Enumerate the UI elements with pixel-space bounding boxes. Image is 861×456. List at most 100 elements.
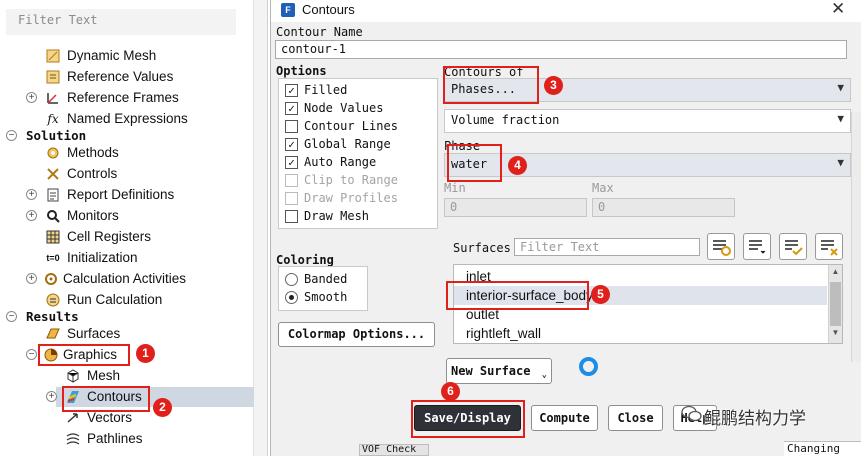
tree-item-label: Cell Registers (67, 229, 152, 244)
surfaces-filter-input[interactable]: Filter Text (514, 238, 700, 256)
vectors-icon (65, 410, 81, 426)
cell-registers-icon (45, 229, 61, 245)
watermark-text: 鲲鹏结构力学 (704, 409, 806, 428)
tree-item-label: Methods (67, 145, 119, 160)
checkbox-box[interactable]: ✓ (285, 84, 298, 97)
expand-icon[interactable]: + (46, 391, 57, 402)
annotation-box-contours (62, 386, 150, 412)
annotation-box-save-display (411, 400, 525, 438)
max-input: 0 (592, 198, 735, 217)
check-list-icon (785, 240, 803, 256)
contour-name-input[interactable]: contour-1 (275, 40, 847, 59)
checkbox-box[interactable]: ✓ (285, 156, 298, 169)
annotation-badge-3: 3 (544, 76, 563, 95)
surfaces-scrollbar[interactable]: ▲ ▼ (828, 265, 842, 343)
scroll-up-icon[interactable]: ▲ (830, 267, 841, 279)
contours-of-sub-value: Volume fraction (451, 113, 560, 127)
tree-item-label: Reference Values (67, 69, 174, 84)
calculation-activities-icon (43, 271, 59, 287)
tree-item-label: Controls (67, 166, 118, 181)
reference-values-icon (45, 69, 61, 85)
background-vof-check: VOF Check (359, 444, 429, 456)
close-icon[interactable]: ✕ (831, 0, 845, 19)
colormap-options-button[interactable]: Colormap Options... (278, 322, 435, 347)
radio-dot[interactable] (285, 291, 298, 304)
new-surface-label: New Surface (451, 364, 531, 378)
fx-icon: fx (47, 112, 59, 126)
tree-item-label: Pathlines (87, 431, 143, 446)
deselect-all-button[interactable] (815, 233, 843, 260)
annotation-badge-4: 4 (508, 156, 527, 175)
list-dropdown-icon (749, 240, 766, 254)
collapse-icon[interactable]: − (6, 130, 17, 141)
annotation-badge-6: 6 (441, 382, 460, 401)
tree-item-label: Calculation Activities (63, 271, 187, 286)
annotation-badge-2: 2 (153, 398, 172, 417)
collapse-icon[interactable]: − (26, 349, 37, 360)
min-input: 0 (444, 198, 587, 217)
annotation-box-graphics (38, 344, 130, 366)
tree-item-label: Report Definitions (67, 187, 175, 202)
tree-scrollbar[interactable] (253, 0, 267, 456)
tree-item-label: Run Calculation (67, 292, 163, 307)
checkbox-box[interactable] (285, 210, 298, 223)
expand-icon[interactable]: + (26, 210, 37, 221)
tree-item-label: Monitors (67, 208, 119, 223)
chevron-down-icon: ▼ (837, 156, 844, 169)
check-selected-button[interactable] (779, 233, 807, 260)
coloring-label: Coloring (276, 253, 334, 267)
report-definitions-icon (45, 187, 61, 203)
collapse-icon[interactable]: − (6, 311, 17, 322)
scroll-thumb[interactable] (830, 282, 841, 326)
dialog-title: Contours (302, 2, 355, 17)
checkbox-box[interactable]: ✓ (285, 138, 298, 151)
wechat-logo-icon (681, 405, 702, 423)
surfaces-label: Surfaces (453, 241, 511, 255)
contours-of-subtype-dropdown[interactable]: Volume fraction ▼ (444, 109, 851, 133)
annotation-badge-5: 5 (591, 285, 610, 304)
phase-dropdown[interactable]: water ▼ (444, 153, 851, 177)
expand-icon[interactable]: + (26, 273, 37, 284)
contour-name-label: Contour Name (276, 25, 363, 39)
annotation-box-surface (446, 281, 589, 310)
select-all-surfaces-button[interactable] (707, 233, 735, 260)
annotation-badge-1: 1 (136, 344, 155, 363)
list-options-button[interactable] (743, 233, 771, 260)
options-label: Options (276, 64, 327, 78)
expand-icon[interactable]: + (26, 92, 37, 103)
surface-item-rightleft-wall[interactable]: rightleft_wall (454, 324, 827, 343)
tree-item-label: Initialization (67, 250, 138, 265)
min-label: Min (444, 181, 466, 195)
dialog-titlebar[interactable]: F Contours ✕ (271, 0, 861, 22)
scroll-down-icon[interactable]: ▼ (830, 328, 841, 340)
expand-icon[interactable]: + (26, 189, 37, 200)
reference-frames-icon (45, 90, 61, 106)
tree-filter-input[interactable]: Filter Text (6, 9, 236, 35)
annotation-box-phase (447, 144, 502, 182)
dynamic-mesh-icon (45, 48, 61, 64)
initialization-icon: t=0 (46, 253, 60, 263)
outline-tree-panel: Filter Text Dynamic Mesh Reference Value… (0, 0, 268, 456)
checkbox-box[interactable]: ✓ (285, 102, 298, 115)
tree-item-label: Surfaces (67, 326, 121, 341)
background-changing-text: Changing (784, 441, 861, 456)
chevron-down-icon: ⌄ (541, 370, 547, 380)
fluent-app-icon: F (281, 3, 295, 17)
pathlines-icon (65, 431, 81, 447)
tree-item-label: Mesh (87, 368, 121, 383)
compute-button[interactable]: Compute (531, 405, 598, 431)
surfaces-icon (45, 326, 61, 342)
run-calculation-icon (45, 292, 61, 308)
background-window-edge (851, 112, 861, 362)
contours-dialog: F Contours ✕ Contour Name contour-1 Opti… (270, 0, 861, 456)
max-label: Max (592, 181, 614, 195)
checkbox-box (285, 174, 298, 187)
new-surface-button[interactable]: New Surface ⌄ (446, 358, 552, 384)
close-button[interactable]: Close (608, 405, 663, 431)
chevron-down-icon: ▼ (837, 81, 844, 94)
methods-icon (45, 145, 61, 161)
radio-dot[interactable] (285, 273, 298, 286)
checkbox-box[interactable] (285, 120, 298, 133)
clear-list-icon (821, 240, 838, 256)
loading-spinner-icon (579, 357, 598, 376)
